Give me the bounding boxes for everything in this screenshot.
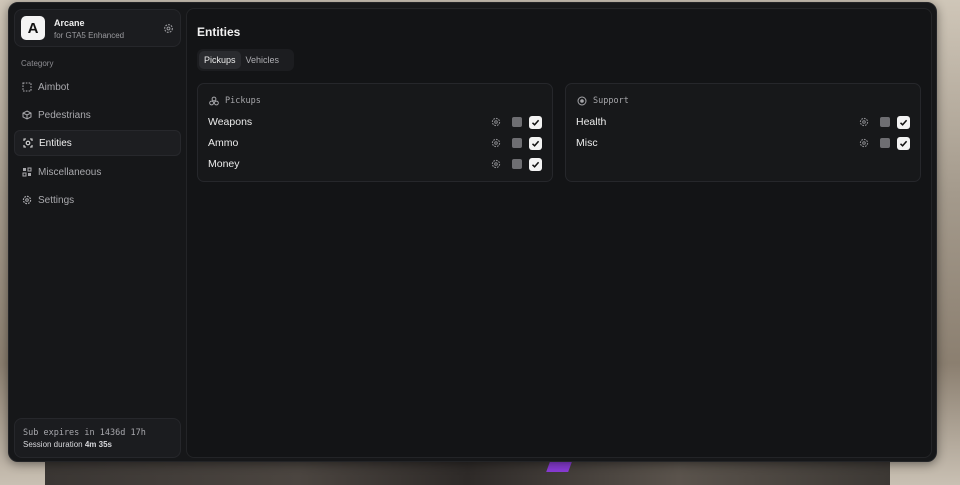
sidebar-item-label: Miscellaneous bbox=[38, 166, 102, 178]
support-icon bbox=[577, 96, 587, 106]
option-row-ammo: Ammo bbox=[208, 134, 542, 152]
enable-checkbox[interactable] bbox=[897, 115, 910, 129]
tab-bar: Pickups Vehicles bbox=[197, 49, 294, 71]
crosshair-dots-icon bbox=[22, 82, 32, 92]
sidebar-item-miscellaneous[interactable]: Miscellaneous bbox=[14, 159, 181, 185]
tab-pickups[interactable]: Pickups bbox=[199, 51, 241, 69]
enable-checkbox[interactable] bbox=[529, 136, 542, 150]
app-subtitle: for GTA5 Enhanced bbox=[54, 31, 125, 40]
option-label: Misc bbox=[576, 137, 598, 149]
check-icon bbox=[899, 140, 908, 147]
app-window: A Arcane for GTA5 Enhanced Category Aimb… bbox=[8, 2, 937, 462]
enable-checkbox[interactable] bbox=[897, 136, 910, 150]
check-icon bbox=[531, 161, 540, 168]
sidebar-item-label: Pedestrians bbox=[38, 109, 91, 121]
sidebar-item-label: Settings bbox=[38, 194, 75, 206]
pickups-icon bbox=[209, 96, 219, 106]
check-icon bbox=[531, 140, 540, 147]
option-label: Ammo bbox=[208, 137, 239, 149]
category-label: Category bbox=[21, 59, 54, 68]
sidebar-item-entities[interactable]: Entities bbox=[14, 130, 181, 156]
sidebar-item-settings[interactable]: Settings bbox=[14, 187, 181, 213]
background-scene bbox=[45, 458, 890, 485]
gear-icon[interactable] bbox=[491, 117, 501, 127]
session-duration-value: 4m 35s bbox=[84, 440, 112, 449]
session-duration: Session duration 4m 35s bbox=[23, 440, 112, 449]
gear-icon[interactable] bbox=[163, 23, 174, 34]
main-panel: Entities Pickups Vehicles Pickups Weapon… bbox=[186, 8, 932, 458]
cube-icon bbox=[22, 110, 32, 120]
gear-icon[interactable] bbox=[859, 138, 869, 148]
group-header: Support bbox=[577, 96, 629, 106]
app-logo: A bbox=[21, 16, 45, 40]
color-swatch[interactable] bbox=[512, 138, 522, 148]
gear-icon bbox=[22, 195, 32, 205]
tab-vehicles[interactable]: Vehicles bbox=[241, 51, 285, 69]
sidebar-item-pedestrians[interactable]: Pedestrians bbox=[14, 102, 181, 128]
sidebar-item-label: Aimbot bbox=[38, 81, 70, 93]
color-swatch[interactable] bbox=[880, 117, 890, 127]
enable-checkbox[interactable] bbox=[529, 157, 542, 171]
session-duration-label: Session duration bbox=[23, 440, 83, 449]
sidebar-item-label: Entities bbox=[39, 137, 72, 149]
gear-icon[interactable] bbox=[859, 117, 869, 127]
support-group: Support Health Misc bbox=[565, 83, 921, 182]
option-row-money: Money bbox=[208, 155, 542, 173]
group-title: Pickups bbox=[225, 96, 261, 106]
page-title: Entities bbox=[197, 25, 241, 39]
color-swatch[interactable] bbox=[512, 159, 522, 169]
subscription-card: Sub expires in 1436d 17h Session duratio… bbox=[14, 418, 181, 458]
check-icon bbox=[899, 119, 908, 126]
group-title: Support bbox=[593, 96, 629, 106]
sidebar-item-aimbot[interactable]: Aimbot bbox=[14, 74, 181, 100]
grid-icon bbox=[22, 167, 32, 177]
app-name: Arcane bbox=[54, 18, 85, 28]
check-icon bbox=[531, 119, 540, 126]
option-label: Health bbox=[576, 116, 607, 128]
group-header: Pickups bbox=[209, 96, 261, 106]
background-accent bbox=[546, 462, 572, 472]
gear-icon[interactable] bbox=[491, 159, 501, 169]
color-swatch[interactable] bbox=[880, 138, 890, 148]
option-row-health: Health bbox=[576, 113, 910, 131]
option-label: Weapons bbox=[208, 116, 253, 128]
brand-card: A Arcane for GTA5 Enhanced bbox=[14, 9, 181, 47]
subscription-expiry: Sub expires in 1436d 17h bbox=[23, 428, 146, 438]
target-icon bbox=[23, 138, 33, 148]
option-row-misc: Misc bbox=[576, 134, 910, 152]
sidebar: A Arcane for GTA5 Enhanced Category Aimb… bbox=[9, 3, 186, 461]
pickups-group: Pickups Weapons Ammo Money bbox=[197, 83, 553, 182]
gear-icon[interactable] bbox=[491, 138, 501, 148]
enable-checkbox[interactable] bbox=[529, 115, 542, 129]
option-row-weapons: Weapons bbox=[208, 113, 542, 131]
option-label: Money bbox=[208, 158, 240, 170]
color-swatch[interactable] bbox=[512, 117, 522, 127]
